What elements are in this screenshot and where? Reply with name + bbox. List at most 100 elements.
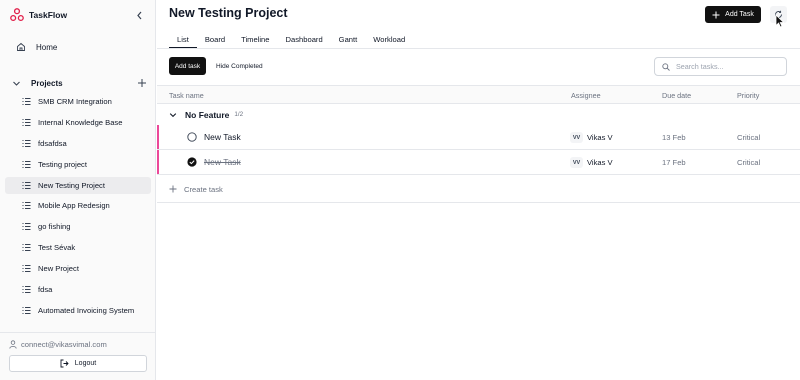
home-icon xyxy=(17,42,25,51)
list-icon xyxy=(22,306,31,314)
create-task-row[interactable]: Create task xyxy=(157,176,800,203)
view-tabs: List Board Timeline Dashboard Gantt Workload xyxy=(169,30,413,48)
tab-gantt[interactable]: Gantt xyxy=(331,30,366,48)
sidebar-item-label: New Project xyxy=(38,264,79,274)
collapse-sidebar-button[interactable] xyxy=(133,8,145,22)
sidebar-item-project[interactable]: SMB CRM Integration xyxy=(5,93,151,110)
refresh-icon xyxy=(775,10,782,18)
task-assignee[interactable]: Vikas V xyxy=(587,158,613,167)
sidebar-item-project[interactable]: fdsafdsa xyxy=(5,135,151,152)
sidebar-item-label: fdsafdsa xyxy=(38,138,67,148)
sidebar-item-label: SMB CRM Integration xyxy=(38,97,112,106)
task-name[interactable]: New Task xyxy=(204,132,241,142)
check-circle-icon[interactable] xyxy=(187,157,197,167)
sidebar-item-label: New Testing Project xyxy=(38,180,105,190)
sidebar-item-label: Test Sévak xyxy=(38,243,76,253)
brand[interactable]: TaskFlow xyxy=(10,8,67,22)
tab-list[interactable]: List xyxy=(169,30,197,48)
sidebar-item-label: Home xyxy=(36,42,58,52)
task-assignee[interactable]: Vikas V xyxy=(587,133,613,142)
table-header: Task name Assignee Due date Priority xyxy=(157,85,800,104)
sidebar-item-project[interactable]: go fishing xyxy=(5,218,151,235)
search-box[interactable] xyxy=(654,57,787,76)
list-icon xyxy=(22,223,31,231)
projects-section-header[interactable]: Projects xyxy=(10,76,150,90)
task-row[interactable]: New Task VV Vikas V 17 Feb Critical xyxy=(157,150,800,175)
task-due-date[interactable]: 17 Feb xyxy=(662,158,686,167)
list-icon xyxy=(22,118,31,126)
add-task-header-button[interactable]: Add Task xyxy=(705,6,761,23)
sidebar-item-label: go fishing xyxy=(38,222,71,232)
main-content: New Testing Project Add Task List Board Ti… xyxy=(157,0,800,380)
avatar: VV xyxy=(570,132,583,143)
add-project-plus-icon[interactable] xyxy=(137,78,147,88)
add-task-header-label: Add Task xyxy=(725,11,754,18)
add-task-button[interactable]: Add task xyxy=(169,57,206,75)
list-icon xyxy=(22,286,31,293)
project-list: SMB CRM Integration Internal Knowledge Ba… xyxy=(5,93,151,323)
create-task-label: Create task xyxy=(184,184,223,194)
task-due-date[interactable]: 13 Feb xyxy=(662,133,686,142)
task-priority[interactable]: Critical xyxy=(737,158,760,167)
sidebar-item-home[interactable]: Home xyxy=(10,40,150,54)
sidebar-footer-divider xyxy=(0,332,156,333)
chevron-down-icon[interactable] xyxy=(169,111,177,119)
task-priority[interactable]: Critical xyxy=(737,133,760,142)
list-icon xyxy=(22,202,31,210)
sidebar-item-project[interactable]: New Project xyxy=(5,260,151,277)
sidebar-item-label: Automated Invoicing System xyxy=(38,305,135,315)
logout-button[interactable]: Logout xyxy=(9,355,147,372)
task-name[interactable]: New Task xyxy=(204,157,241,167)
sidebar-item-project[interactable]: Testing project xyxy=(5,156,151,173)
chevron-down-icon[interactable] xyxy=(12,79,21,88)
column-header-assignee[interactable]: Assignee xyxy=(571,91,601,100)
hide-completed-button[interactable]: Hide Completed xyxy=(212,57,267,75)
sidebar: TaskFlow Home Projects SMB CRM Integrati… xyxy=(0,0,156,380)
column-header-task-name[interactable]: Task name xyxy=(169,91,204,100)
logout-icon xyxy=(60,359,69,368)
sidebar-item-label: Testing project xyxy=(38,159,87,169)
taskflow-logo-icon xyxy=(10,8,24,22)
tab-dashboard[interactable]: Dashboard xyxy=(278,30,331,48)
sidebar-item-project[interactable]: Mobile App Redesign xyxy=(5,197,151,214)
group-count: 1/2 xyxy=(234,111,244,118)
plus-icon xyxy=(712,11,720,18)
list-icon xyxy=(22,160,31,168)
priority-accent-bar xyxy=(157,150,159,174)
search-input[interactable] xyxy=(676,62,781,71)
sidebar-item-label: Mobile App Redesign xyxy=(38,201,110,211)
tabs-divider xyxy=(157,48,800,49)
list-icon xyxy=(22,139,31,147)
sidebar-item-label: fdsa xyxy=(38,285,53,295)
page-title: New Testing Project xyxy=(169,6,288,20)
sidebar-item-project[interactable]: New Testing Project xyxy=(5,176,151,194)
task-row[interactable]: New Task VV Vikas V 13 Feb Critical xyxy=(157,125,800,150)
circle-icon[interactable] xyxy=(187,132,197,142)
chevron-left-icon xyxy=(136,11,141,19)
group-name: No Feature xyxy=(185,109,230,120)
sidebar-item-label: Internal Knowledge Base xyxy=(38,117,123,127)
user-icon xyxy=(9,340,17,349)
sidebar-item-project[interactable]: fdsa xyxy=(5,281,151,298)
column-header-due-date[interactable]: Due date xyxy=(662,91,691,100)
avatar: VV xyxy=(570,157,583,168)
list-icon xyxy=(22,181,31,189)
list-icon xyxy=(22,244,31,252)
projects-label: Projects xyxy=(31,78,63,88)
list-icon xyxy=(22,98,31,105)
column-header-priority[interactable]: Priority xyxy=(737,91,759,100)
user-info: connect@vikasvimal.com xyxy=(9,340,107,349)
plus-icon xyxy=(169,185,177,193)
tab-board[interactable]: Board xyxy=(197,30,233,48)
group-header[interactable]: No Feature 1/2 xyxy=(157,104,800,125)
sidebar-item-project[interactable]: Automated Invoicing System xyxy=(5,302,151,319)
search-icon xyxy=(662,62,670,71)
refresh-button[interactable] xyxy=(770,6,787,23)
sidebar-item-project[interactable]: Internal Knowledge Base xyxy=(5,114,151,131)
user-email: connect@vikasvimal.com xyxy=(21,340,107,349)
app-name: TaskFlow xyxy=(29,10,68,20)
tab-workload[interactable]: Workload xyxy=(365,30,413,48)
sidebar-item-project[interactable]: Test Sévak xyxy=(5,239,151,256)
logout-label: Logout xyxy=(74,360,97,367)
tab-timeline[interactable]: Timeline xyxy=(233,30,277,48)
